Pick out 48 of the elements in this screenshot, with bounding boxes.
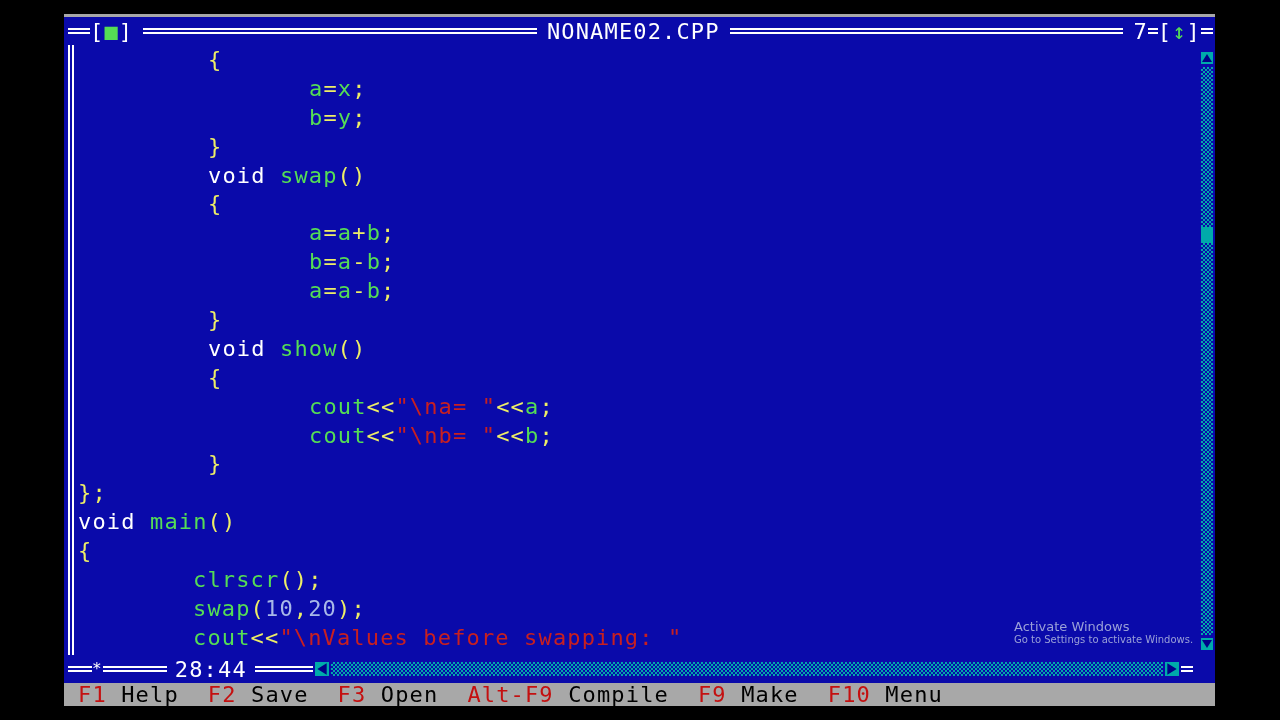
code-line: void main() [78,508,237,537]
code-line: }; [78,479,107,508]
code-line: void show() [208,334,367,363]
activation-message: Go to Settings to activate Windows. [1014,634,1194,645]
code-line: swap(10,20); [193,594,366,623]
cursor-position: 28:44 [173,656,248,682]
frame-border [102,666,167,672]
code-line: cout<<"\nValues before swapping: " [193,623,683,652]
activation-title: Activate Windows [1014,619,1131,634]
frame-border [68,666,92,672]
close-button[interactable]: [■] [90,18,134,44]
code-line: { [208,190,223,219]
frame-border [68,28,90,34]
shortcut-hint[interactable]: Alt-F9 Compile [467,682,669,707]
shortcut-hint[interactable]: F9 Make [697,682,799,707]
code-line: a=x; [309,74,367,103]
code-line: cout<<"\nb= "<<b; [309,421,554,450]
code-line: clrscr(); [193,566,323,595]
scrollbar-track[interactable] [1201,67,1213,635]
code-line: { [78,537,93,566]
scroll-right-button[interactable] [1162,662,1181,676]
code-line: } [208,132,223,161]
code-line: { [208,46,223,74]
frame-border [254,666,313,672]
scroll-up-button[interactable] [1201,49,1213,67]
modified-marker: * [92,661,103,677]
frame-border [1147,28,1158,34]
code-line: b=y; [309,103,367,132]
frame-border [1201,28,1213,34]
zoom-button[interactable]: [↕] [1157,18,1201,44]
shortcut-hint[interactable]: F10 Menu [827,682,943,707]
code-line: cout<<"\na= "<<a; [309,392,554,421]
shortcut-hint[interactable]: F3 Open [337,682,439,707]
shortcut-hint[interactable]: F1 Help [78,682,179,707]
frame-border [1180,666,1193,672]
code-line: a=a+b; [309,219,396,248]
scroll-down-button[interactable] [1201,635,1213,653]
shortcut-hint[interactable]: F2 Save [207,682,309,707]
code-line: } [208,450,223,479]
scroll-thumb[interactable] [1201,227,1213,243]
window-title: NONAME02.CPP [546,18,720,44]
code-line: void swap() [208,161,367,190]
window-number: 7 [1133,18,1148,44]
code-line: } [208,306,223,334]
code-line: a=a-b; [309,277,396,306]
code-line: b=a-b; [309,248,396,277]
code-line: { [208,363,223,392]
scroll-left-button[interactable] [312,662,331,676]
